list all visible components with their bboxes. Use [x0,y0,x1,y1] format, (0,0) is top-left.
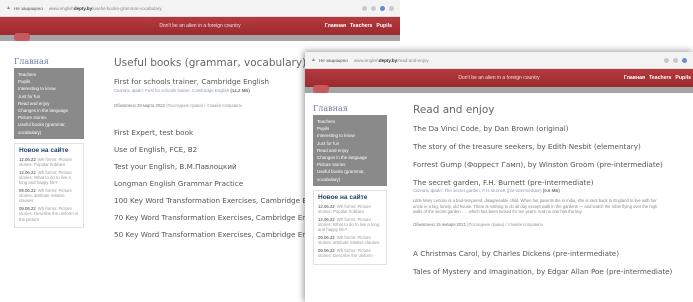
news-item[interactable]: 09.06.22 Wh forms: Picture stories: Descr… [318,248,382,258]
sidebar-item-fun[interactable]: Just for fun [18,93,80,100]
profile-icon[interactable] [682,57,687,63]
main-content: Read and enjoy The Da Vinci Code, by Dan… [413,104,691,276]
news-title: Новое на сайте [19,146,69,154]
security-chip[interactable]: Не защищено [319,58,348,63]
star-icon[interactable] [664,57,669,63]
site-header: Don't be an alien in a foreign country Г… [0,17,400,35]
profile-icon[interactable] [380,5,385,11]
news-panel: Новое на сайте 12.06.22 Wh forms: Picture… [14,142,84,229]
sidebar-title[interactable]: Главная [14,57,84,66]
menu-icon[interactable] [389,5,394,11]
browser-tools [664,57,687,63]
sidebar-item-changes[interactable]: Changes in the language [18,107,80,114]
star-icon[interactable] [362,5,367,11]
book-link[interactable]: Forrest Gump (Форрест Гамп), by Winston … [413,160,691,169]
book-link[interactable]: Tales of Mystery and Imagination, by Edg… [413,267,691,276]
sidebar-item-fun[interactable]: Just for fun [317,140,383,147]
sidebar-item-interesting[interactable]: Interesting to know [317,132,383,139]
book-link[interactable]: The Da Vinci Code, by Dan Brown (origina… [413,124,691,133]
top-nav: Главная Teachers Pupils [325,23,400,29]
news-item[interactable]: 12.06.22 Wh forms: Picture stories: What … [318,217,382,233]
extension-icon[interactable] [673,57,678,63]
sidebar-item-pictures[interactable]: Picture stories [317,161,383,168]
sidebar-item-teachers[interactable]: Teachers [317,118,383,125]
news-title: Новое на сайте [318,193,368,201]
nav-home[interactable]: Главная [624,75,645,81]
sidebar-menu: Teachers Pupils Interesting to know Just… [313,115,387,186]
book-link[interactable]: The secret garden, F.H. Burnett (pre-int… [413,178,691,187]
sidebar-item-interesting[interactable]: Interesting to know [18,85,80,92]
download-link[interactable]: Скачать файл: The secret garden, F.H. Bu… [413,188,691,193]
post-meta: Обновлено 15 января 2021 (Последние прав… [413,221,544,227]
book-description: Little Mary Lennox is a bad-tempered, di… [413,198,691,215]
description-line: walls of the secret garden . . . which h… [413,209,583,215]
news-item[interactable]: 12.06.22 Wh forms: Picture stories: Popul… [318,204,382,214]
site-header: Don't be an alien in a foreign country Г… [305,69,693,87]
browser-address-bar[interactable]: ▲ Не защищено www.englishdepty.by/useful… [0,0,400,17]
nav-home[interactable]: Главная [325,23,346,29]
news-panel: Новое на сайте 12.06.22 Wh forms: Picture… [313,189,387,266]
nav-teachers[interactable]: Teachers [649,75,671,81]
url-text[interactable]: www.englishdepty.by/useful-books-grammar… [49,6,162,11]
book-link[interactable]: The story of the treasure seekers, by Ed… [413,142,691,151]
sidebar: Главная Teachers Pupils Interesting to k… [313,104,387,266]
sidebar-item-read[interactable]: Read and enjoy [317,147,383,154]
browser-address-bar[interactable]: ▲ Не защищено www.englishdepty.by/read-a… [305,52,693,69]
lock-icon: ▲ [311,57,316,63]
sidebar-item-books[interactable]: Useful books (grammar, vocabulary) [18,121,80,135]
url-text[interactable]: www.englishdepty.by/read-and-enjoy [354,58,429,63]
news-item[interactable]: 09.06.22 Wh forms: Picture stories: attri… [318,235,382,245]
news-item[interactable]: 12.06.22 Wh forms: Picture stories: What … [19,170,79,186]
news-item[interactable]: 12.06.22 Wh forms: Picture stories: Popul… [19,157,79,167]
news-item[interactable]: 09.06.22 Wh forms: Picture stories: Descr… [19,206,79,222]
nav-teachers[interactable]: Teachers [350,23,372,29]
sidebar-item-pupils[interactable]: Pupils [18,78,80,85]
sidebar-item-read[interactable]: Read and enjoy [18,100,80,107]
page-title: Read and enjoy [413,104,495,116]
header-strip [0,33,400,41]
top-nav: Главная Teachers Pupils [624,75,693,81]
sidebar-item-teachers[interactable]: Teachers [18,71,80,78]
description-line: Little Mary Lennox is a bad-tempered, di… [413,198,657,203]
book-link[interactable]: A Christmas Carol, by Charles Dickens (p… [413,249,691,258]
sidebar-menu: Teachers Pupils Interesting to know Just… [14,68,84,139]
extension-icon[interactable] [371,5,376,11]
news-item[interactable]: 09.06.22 Wh forms: Picture stories: attri… [19,188,79,204]
sidebar: Главная Teachers Pupils Interesting to k… [14,57,84,229]
header-tab-chip [313,85,329,93]
screenshot-read-and-enjoy: ▲ Не защищено www.englishdepty.by/read-a… [305,52,693,302]
sidebar-item-pupils[interactable]: Pupils [317,125,383,132]
browser-tools [362,5,394,11]
sidebar-item-changes[interactable]: Changes in the language [317,154,383,161]
header-tab-chip [14,33,30,41]
header-strip [305,85,693,93]
sidebar-item-pictures[interactable]: Picture stories [18,114,80,121]
sidebar-item-books[interactable]: Useful books (grammar, vocabulary) [317,168,383,182]
sidebar-title[interactable]: Главная [313,104,387,113]
nav-pupils[interactable]: Pupils [376,23,392,29]
nav-pupils[interactable]: Pupils [675,75,691,81]
security-chip[interactable]: Не защищено [14,6,43,11]
lock-icon: ▲ [6,5,11,11]
